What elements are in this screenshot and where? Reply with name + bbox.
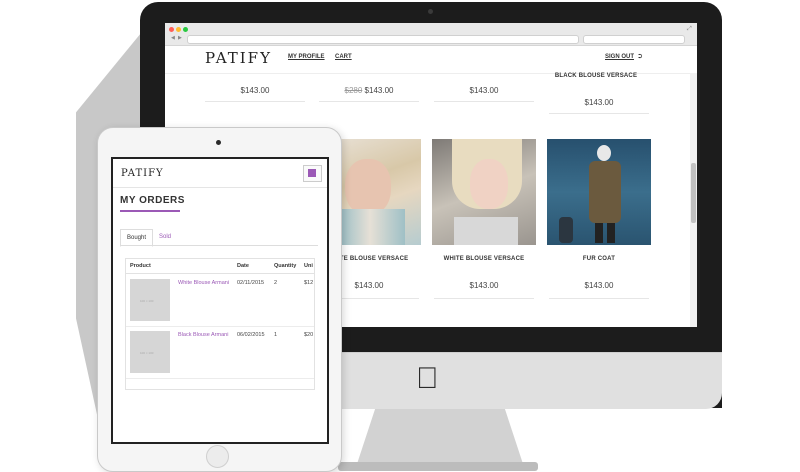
row-divider: [126, 378, 314, 379]
unit-price: $12: [304, 280, 314, 286]
thumbnail-placeholder-label: 100 × 100: [140, 351, 154, 355]
dog-figure: [559, 217, 573, 243]
order-date: 02/11/2015: [237, 280, 265, 286]
column-header-product: Product: [130, 263, 151, 269]
product-price: $143.00: [469, 281, 499, 290]
product-price: $143.00: [240, 86, 270, 95]
title-underline: [120, 210, 180, 212]
product-name[interactable]: FUR COAT: [544, 256, 654, 262]
divider: [205, 101, 305, 102]
nav-sign-out[interactable]: SIGN OUT: [605, 54, 634, 60]
scrollbar-thumb[interactable]: [691, 163, 696, 223]
site-logo[interactable]: PATIFY: [121, 168, 164, 179]
orders-table: Product Date Quantity Uni 100 × 100 Whit…: [125, 258, 315, 390]
product-image-fur-coat[interactable]: [547, 139, 651, 245]
divider: [434, 101, 534, 102]
browser-toolbar: ◀ ▶ ⤢: [165, 23, 697, 46]
product-price: $143.00: [584, 281, 614, 290]
ipad-home-button[interactable]: [206, 445, 229, 468]
order-quantity: 1: [274, 332, 278, 338]
apple-logo-icon: : [416, 362, 439, 396]
nav-cart[interactable]: CART: [335, 54, 352, 60]
product-price: $143.00: [469, 86, 499, 95]
model-face: [345, 159, 391, 215]
menu-button[interactable]: [303, 165, 322, 182]
minimize-window-icon[interactable]: [176, 27, 181, 32]
tab-sold[interactable]: Sold: [153, 229, 177, 245]
product-price: $280 $143.00: [319, 86, 419, 95]
imac-camera: [428, 9, 433, 14]
thumbnail-placeholder-label: 100 × 100: [140, 299, 154, 303]
product-name[interactable]: WHITE BLOUSE VERSACE: [429, 256, 539, 262]
nav-my-profile[interactable]: MY PROFILE: [288, 54, 325, 60]
unit-price: $20: [304, 332, 314, 338]
model-top: [454, 217, 518, 245]
divider: [549, 113, 649, 114]
divider: [434, 298, 534, 299]
hamburger-menu-icon: [308, 169, 316, 177]
product-thumbnail[interactable]: 100 × 100: [130, 279, 170, 321]
product-link[interactable]: Black Blouse Armani: [178, 332, 228, 338]
maximize-window-icon[interactable]: [183, 27, 188, 32]
site-header: PATIFY MY PROFILE CART SIGN OUT ➲: [165, 45, 697, 74]
column-header-date: Date: [237, 263, 249, 269]
fur-coat: [589, 161, 621, 223]
close-window-icon[interactable]: [169, 27, 174, 32]
product-image-white-blouse-2[interactable]: [432, 139, 536, 245]
model-leg: [607, 223, 615, 243]
imac-stand-foot: [338, 462, 538, 471]
ipad-camera: [216, 140, 221, 145]
sale-price: $143.00: [364, 86, 394, 95]
product-link[interactable]: White Blouse Armani: [178, 280, 229, 286]
old-price: $280: [344, 86, 363, 95]
site-logo[interactable]: PATIFY: [205, 49, 272, 67]
column-header-unit: Uni: [304, 263, 313, 269]
model-face: [470, 159, 508, 209]
sign-out-icon[interactable]: ➲: [637, 52, 643, 60]
column-header-quantity: Quantity: [274, 263, 297, 269]
browser-search-field[interactable]: [583, 35, 685, 44]
order-date: 06/02/2015: [237, 332, 265, 338]
tabs-divider: [120, 245, 318, 246]
imac-stand: [355, 408, 525, 470]
address-bar[interactable]: [187, 35, 579, 44]
product-price: $143.00: [584, 98, 614, 107]
page-title: MY ORDERS: [120, 195, 185, 206]
model-head: [597, 145, 611, 161]
header-divider: [113, 187, 327, 188]
divider: [319, 101, 419, 102]
product-name[interactable]: BLACK BLOUSE VERSACE: [541, 73, 651, 79]
model-leg: [595, 223, 603, 243]
model-scarf: [335, 209, 405, 245]
row-divider: [126, 326, 314, 327]
back-arrow-icon[interactable]: ◀: [171, 35, 175, 41]
fullscreen-icon[interactable]: ⤢: [687, 26, 692, 33]
divider: [549, 298, 649, 299]
tablet-screen: PATIFY MY ORDERS Bought Sold Product Dat…: [111, 157, 329, 444]
header-divider: [126, 273, 314, 274]
product-thumbnail[interactable]: 100 × 100: [130, 331, 170, 373]
order-quantity: 2: [274, 280, 278, 286]
forward-arrow-icon[interactable]: ▶: [178, 35, 182, 41]
